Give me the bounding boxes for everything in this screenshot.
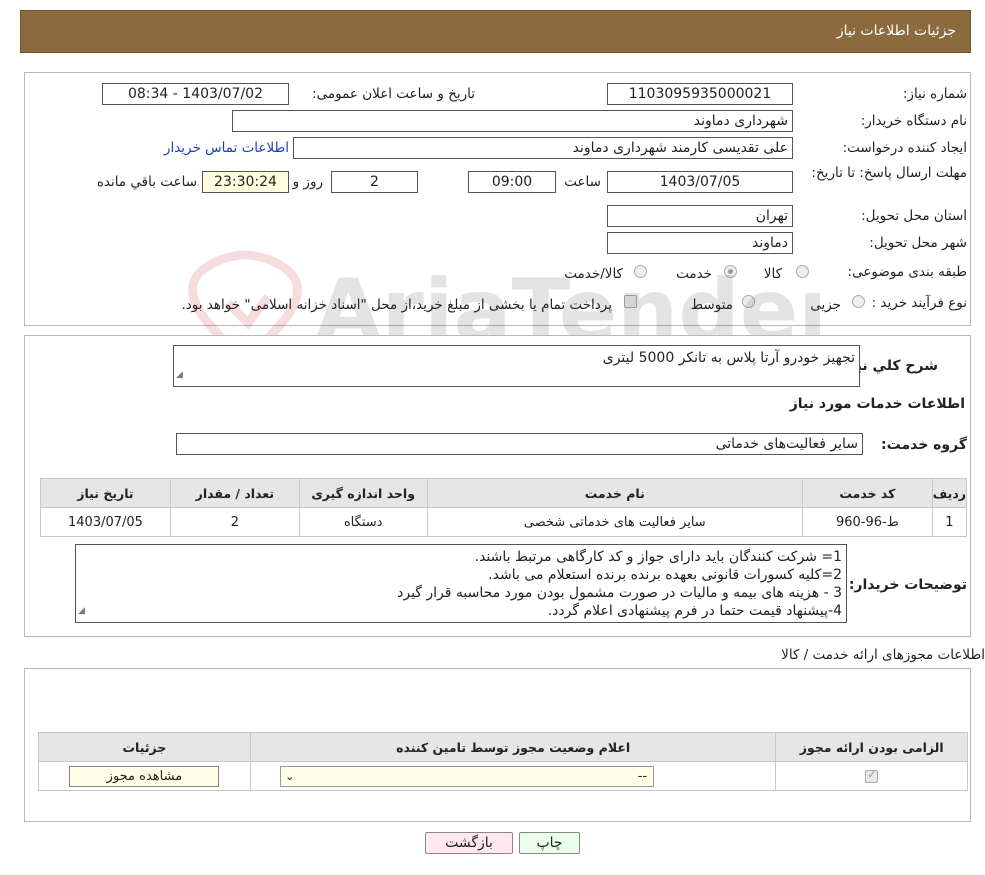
remaining-label: ساعت باقي مانده: [96, 174, 197, 190]
process-label: نوع فرآیند خرید :: [871, 295, 967, 311]
col-unit: واحد اندازه گیری: [298, 478, 428, 508]
col-code: کد خدمت: [801, 478, 933, 508]
col-permit-status: اعلام وضعیت مجوز توسط تامین کننده: [249, 732, 777, 762]
page-title: جزئیات اطلاعات نیاز: [836, 23, 956, 39]
cell-permit-status: -- ⌄: [249, 761, 777, 791]
buyer-notes-label: توضیحات خریدار:: [848, 577, 967, 593]
cell-qty: 2: [169, 507, 300, 537]
col-date: تاریخ نیاز: [40, 478, 171, 508]
deadline-label: مهلت ارسال پاسخ: تا تاریخ:: [811, 165, 967, 181]
category-label: طبقه بندی موضوعی:: [847, 264, 967, 280]
process-option-minor: جزیی: [810, 297, 841, 313]
permits-title: اطلاعات مجوزهای ارائه خدمت / کالا: [781, 647, 985, 663]
note-line: 1= شرکت کنندگان باید دارای جواز و کد کار…: [474, 549, 842, 565]
category-radio-goods[interactable]: [796, 265, 809, 278]
note-line: 4-پیشنهاد قیمت حتما در فرم پیشنهادی اعلا…: [547, 603, 842, 619]
print-button[interactable]: چاپ: [519, 832, 580, 854]
need-number-label: شماره نیاز:: [902, 86, 967, 102]
service-group-field: سایر فعالیت‌های خدماتی: [176, 433, 863, 455]
note-line: 2=کلیه کسورات قانونی بعهده برنده برنده ا…: [488, 567, 842, 583]
table-row: ✓ -- ⌄ مشاهده مجوز: [38, 761, 968, 791]
days-label: روز و: [292, 174, 323, 190]
announce-label: تاریخ و ساعت اعلان عمومی:: [312, 86, 475, 102]
cell-permit-required: ✓: [775, 761, 968, 791]
province-field: تهران: [607, 205, 793, 227]
remaining-time-field: 23:30:24: [202, 171, 289, 193]
payment-checkbox[interactable]: [624, 295, 637, 308]
service-group-label: گروه خدمت:: [881, 437, 967, 453]
view-permit-button[interactable]: مشاهده مجوز: [69, 765, 220, 787]
payment-note: پرداخت تمام یا بخشی از مبلغ خرید،از محل …: [181, 297, 612, 313]
days-field: 2: [331, 171, 418, 193]
chevron-down-icon: ⌄: [285, 769, 295, 783]
table-row: 1 ط-96-960 سایر فعالیت های خدماتی شخصی د…: [40, 507, 968, 537]
province-label: استان محل تحویل:: [861, 208, 967, 224]
col-permit-required: الزامی بودن ارائه مجوز: [775, 732, 968, 762]
category-option-service: خدمت: [676, 266, 712, 282]
cell-row: 1: [931, 507, 968, 537]
process-radio-minor[interactable]: [852, 295, 865, 308]
col-permit-details: جزئیات: [38, 732, 251, 762]
category-radio-service[interactable]: [724, 265, 737, 278]
permit-status-value: --: [637, 768, 648, 784]
cell-unit: دستگاه: [298, 507, 428, 537]
deadline-time-field: 09:00: [468, 171, 556, 193]
process-radio-medium[interactable]: [742, 295, 755, 308]
buyer-field: شهرداری دماوند: [232, 110, 793, 132]
back-button[interactable]: بازگشت: [425, 832, 513, 854]
contact-buyer-link[interactable]: اطلاعات تماس خریدار: [164, 140, 289, 156]
announce-field: 1403/07/02 - 08:34: [102, 83, 289, 105]
col-row: ردیف: [931, 478, 968, 508]
col-name: نام خدمت: [426, 478, 803, 508]
need-number-field: 1103095935000021: [607, 83, 793, 105]
cell-name: سایر فعالیت های خدماتی شخصی: [426, 507, 803, 537]
resize-grip-icon[interactable]: ◢: [176, 366, 183, 384]
description-text: تجهیز خودرو آرتا پلاس به تانکر 5000 لیتر…: [602, 350, 855, 366]
city-label: شهر محل تحویل:: [869, 235, 967, 251]
creator-field: علی تقدیسی کارمند شهرداری دماوند: [293, 137, 793, 159]
category-option-goods: کالا: [763, 266, 782, 282]
process-option-medium: متوسط: [690, 297, 733, 313]
services-table: ردیف کد خدمت نام خدمت واحد اندازه گیری ت…: [40, 478, 968, 537]
services-title: اطلاعات خدمات مورد نیاز: [789, 396, 965, 412]
creator-label: ایجاد کننده درخواست:: [842, 140, 967, 156]
category-option-goods-service: کالا/خدمت: [564, 266, 623, 282]
cell-code: ط-96-960: [801, 507, 933, 537]
permits-table: الزامی بودن ارائه مجوز اعلام وضعیت مجوز …: [38, 732, 968, 791]
page-header: جزئیات اطلاعات نیاز: [20, 10, 971, 53]
resize-grip-icon[interactable]: ◢: [78, 602, 85, 620]
time-label: ساعت: [564, 174, 601, 190]
city-field: دماوند: [607, 232, 793, 254]
permit-status-select[interactable]: -- ⌄: [280, 765, 655, 787]
category-radio-goods-service[interactable]: [634, 265, 647, 278]
deadline-date-field: 1403/07/05: [607, 171, 793, 193]
note-line: 3 - هزینه های بیمه و مالیات در صورت مشمو…: [397, 585, 842, 601]
cell-permit-details: مشاهده مجوز: [38, 761, 251, 791]
description-field: تجهیز خودرو آرتا پلاس به تانکر 5000 لیتر…: [173, 345, 860, 387]
cell-date: 1403/07/05: [40, 507, 171, 537]
check-icon: ✓: [867, 767, 877, 781]
buyer-label: نام دستگاه خریدار:: [860, 113, 967, 129]
col-qty: تعداد / مقدار: [169, 478, 300, 508]
required-checkbox: ✓: [865, 767, 879, 783]
buyer-notes-field: 1= شرکت کنندگان باید دارای جواز و کد کار…: [75, 544, 847, 623]
